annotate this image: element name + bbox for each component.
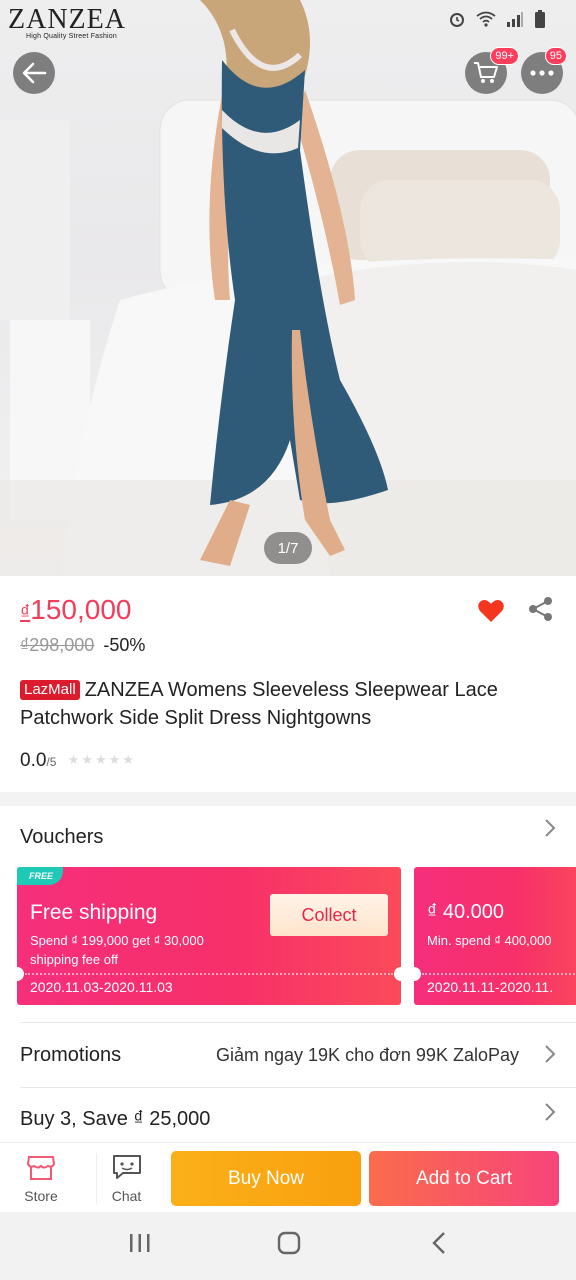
home-icon (277, 1231, 301, 1255)
original-price: ₫298,000 (20, 635, 95, 655)
heart-icon (478, 600, 504, 622)
status-icons (448, 10, 546, 31)
recent-apps-button[interactable] (128, 1230, 152, 1259)
vouchers-section: Vouchers FREE Free shipping Spend ₫ 199,… (0, 806, 576, 1142)
more-dots-icon (530, 70, 554, 76)
chat-icon (112, 1155, 141, 1179)
brand-name: ZANZEA (8, 4, 126, 35)
wishlist-button[interactable] (477, 598, 505, 629)
bottom-action-bar: Store Chat Buy Now Add to Cart (0, 1142, 576, 1212)
arrow-left-icon (22, 62, 47, 84)
voucher-divider (422, 973, 576, 975)
brand-tagline: High Quality Street Fashion (26, 33, 117, 40)
buy-now-button[interactable]: Buy Now (171, 1151, 361, 1206)
product-title: ZANZEA Womens Sleeveless Sleepwear Lace … (20, 679, 498, 729)
status-bar: ZANZEA High Quality Street Fashion (0, 0, 576, 40)
home-button[interactable] (276, 1230, 302, 1261)
rating[interactable]: 0.0/5 ★★★★★ (20, 750, 136, 772)
back-button[interactable] (13, 52, 55, 94)
promotion-text: Giảm ngay 19K cho đơn 99K ZaloPay (216, 1045, 519, 1065)
product-title-block: LazMall ZANZEA Womens Sleeveless Sleepwea… (20, 676, 560, 732)
voucher-date: 2020.11.03-2020.11.03 (30, 979, 173, 995)
voucher-divider (25, 973, 393, 975)
cart-button[interactable]: 99+ (465, 47, 519, 94)
share-icon (529, 597, 552, 621)
price-value: 150,000 (30, 594, 132, 625)
voucher-title: ₫ 40.000 (427, 901, 504, 923)
voucher-date: 2020.11.11-2020.11. (427, 979, 554, 995)
product-info: ₫150,000 ₫298,000 -50% LazMall ZANZEA Wom… (0, 576, 576, 792)
store-tab[interactable]: Store (11, 1153, 71, 1204)
promotions-title: Promotions (20, 1044, 122, 1066)
recent-apps-icon (130, 1234, 150, 1252)
vouchers-title: Vouchers (20, 826, 104, 848)
share-button[interactable] (528, 596, 554, 627)
lazmall-badge: LazMall (20, 680, 80, 700)
battery-icon (534, 10, 546, 31)
cart-badge: 99+ (490, 47, 519, 65)
message-badge: 95 (544, 47, 567, 65)
alarm-icon (448, 10, 466, 31)
back-nav-button[interactable] (430, 1230, 448, 1261)
discount-percent: -50% (103, 635, 146, 655)
signal-icon (506, 11, 524, 30)
chevron-right-icon (544, 1102, 556, 1128)
image-counter: 1/7 (264, 532, 312, 564)
chat-tab[interactable]: Chat (96, 1153, 156, 1204)
free-tag: FREE (17, 867, 64, 885)
price-comparison: ₫298,000 -50% (20, 635, 145, 656)
voucher-description: Spend ₫ 199,000 get ₫ 30,000 shipping fe… (30, 933, 204, 967)
voucher-description: Min. spend ₫ 400,000 (427, 933, 552, 948)
voucher-title: Free shipping (30, 901, 158, 924)
collect-button[interactable]: Collect (270, 894, 388, 936)
chevron-right-icon[interactable] (544, 818, 556, 844)
chat-label: Chat (111, 1188, 142, 1204)
store-label: Store (24, 1188, 58, 1204)
cart-icon (474, 62, 498, 83)
rating-stars: ★★★★★ (67, 752, 136, 767)
voucher-card[interactable]: FREE Free shipping Spend ₫ 199,000 get ₫… (17, 867, 401, 1005)
chevron-right-icon (544, 1044, 556, 1070)
rating-max: /5 (46, 755, 57, 769)
wifi-icon (476, 11, 496, 30)
brand-watermark: ZANZEA High Quality Street Fashion (8, 4, 126, 41)
add-to-cart-button[interactable]: Add to Cart (369, 1151, 559, 1206)
more-button[interactable]: 95 (521, 47, 567, 94)
store-icon (26, 1156, 56, 1180)
currency-symbol: ₫ (20, 602, 31, 624)
bundle-title: Buy 3, Save ₫ 25,000 (20, 1108, 211, 1130)
system-navigation-bar (0, 1212, 576, 1280)
voucher-card[interactable]: ₫ 40.000 Min. spend ₫ 400,000 2020.11.11… (414, 867, 576, 1005)
chevron-left-icon (432, 1232, 445, 1254)
rating-value: 0.0 (20, 750, 47, 771)
current-price: ₫150,000 (20, 594, 131, 626)
